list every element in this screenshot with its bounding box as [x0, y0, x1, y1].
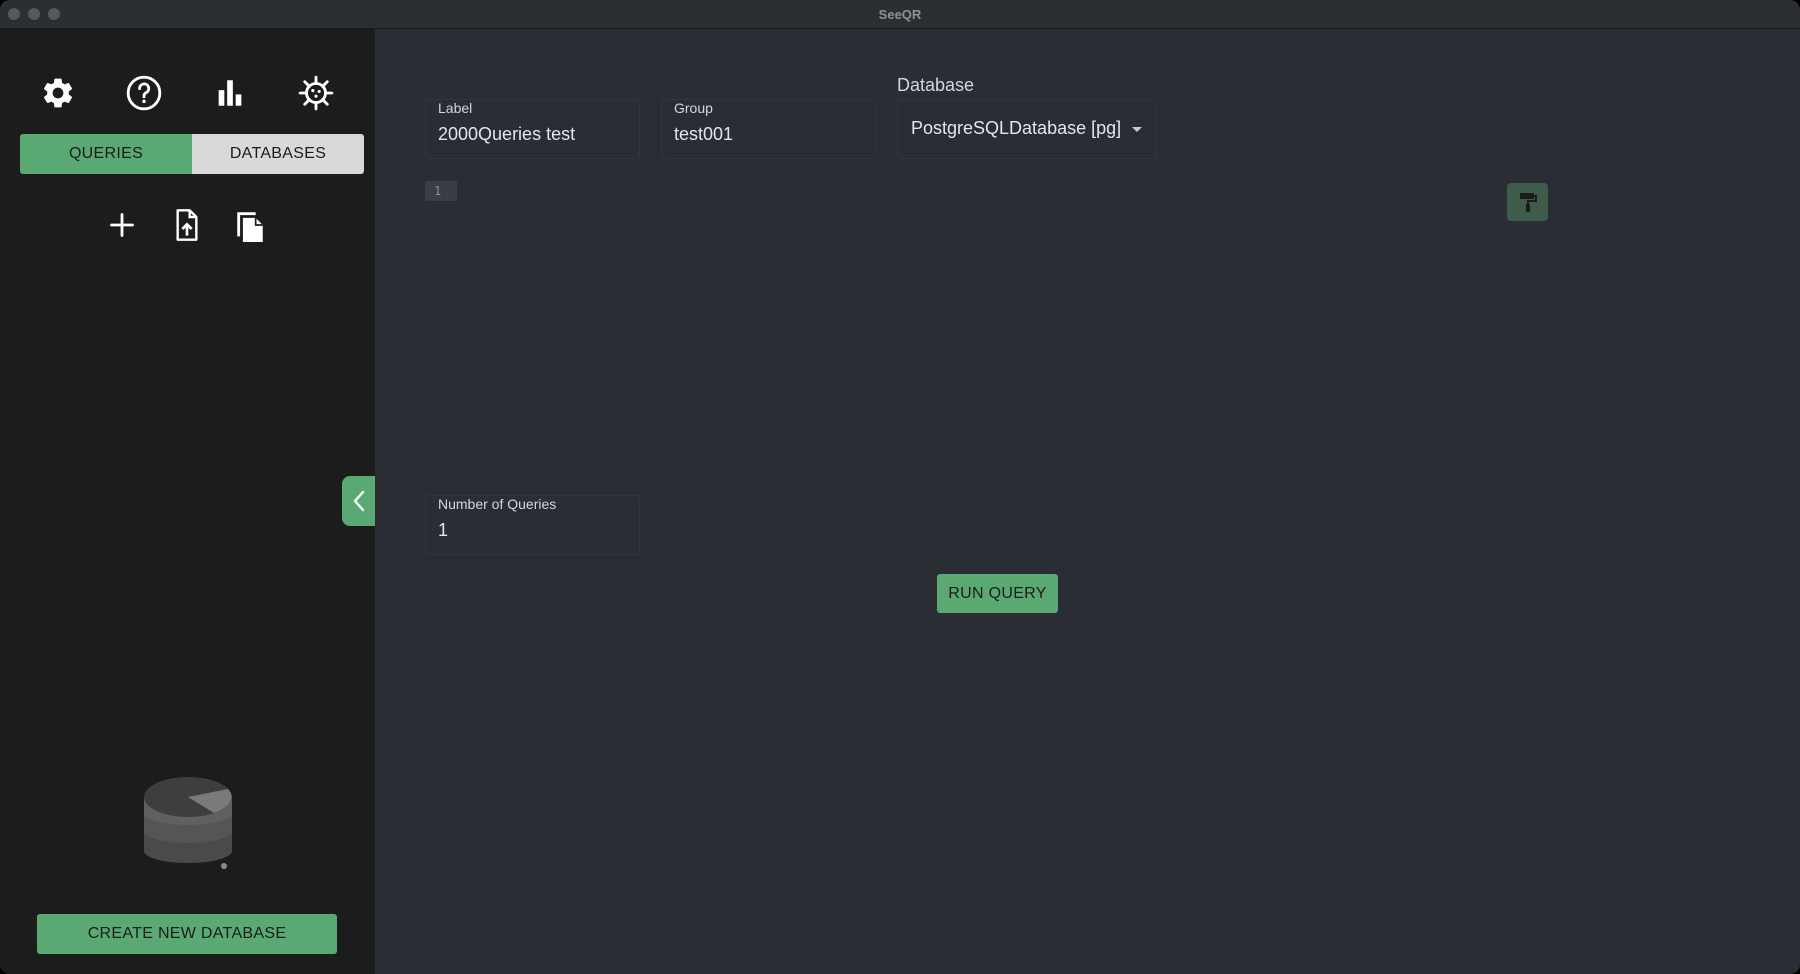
virus-icon[interactable] — [294, 71, 338, 115]
window-title: SeeQR — [878, 7, 922, 22]
database-select[interactable]: PostgreSQLDatabase [pg] — [897, 99, 1157, 159]
caret-down-icon — [1132, 127, 1142, 132]
title-bar: SeeQR — [0, 0, 1800, 29]
sidebar: QUERIES DATABASES CREATE NEW DATABASE — [0, 29, 375, 974]
group-field-value[interactable]: test001 — [674, 124, 733, 145]
paint-roller-icon — [1519, 193, 1537, 212]
number-of-queries-field[interactable]: Number of Queries 1 — [425, 495, 640, 555]
gear-icon[interactable] — [36, 71, 80, 115]
run-query-button[interactable]: RUN QUERY — [937, 574, 1058, 613]
bar-chart-icon[interactable] — [208, 71, 252, 115]
tab-queries[interactable]: QUERIES — [20, 134, 192, 174]
editor-line-number: 1 — [425, 181, 457, 201]
label-field[interactable]: Label 2000Queries test — [425, 99, 640, 159]
database-logo — [136, 769, 236, 869]
group-field-label: Group — [674, 100, 713, 116]
copy-icon[interactable] — [230, 204, 270, 246]
upload-file-icon[interactable] — [167, 204, 207, 246]
database-select-value: PostgreSQLDatabase [pg] — [911, 118, 1122, 138]
create-new-database-button[interactable]: CREATE NEW DATABASE — [37, 914, 337, 954]
tab-databases[interactable]: DATABASES — [192, 134, 364, 174]
app-window: SeeQR QUERIES DATABASES CREATE NEW DATAB… — [0, 0, 1800, 974]
format-query-button[interactable] — [1507, 183, 1548, 221]
help-icon[interactable] — [122, 71, 166, 115]
collapse-sidebar-button[interactable] — [342, 476, 375, 526]
add-icon[interactable] — [102, 204, 142, 246]
database-select-label: Database — [897, 75, 975, 95]
query-editor-panel: Label 2000Queries test Group test001 Dat… — [375, 29, 1800, 974]
number-of-queries-value[interactable]: 1 — [438, 520, 448, 541]
number-of-queries-label: Number of Queries — [438, 496, 557, 512]
group-field[interactable]: Group test001 — [661, 99, 876, 159]
label-field-value[interactable]: 2000Queries test — [438, 124, 575, 145]
label-field-label: Label — [438, 100, 473, 116]
chevron-left-icon — [353, 490, 364, 512]
